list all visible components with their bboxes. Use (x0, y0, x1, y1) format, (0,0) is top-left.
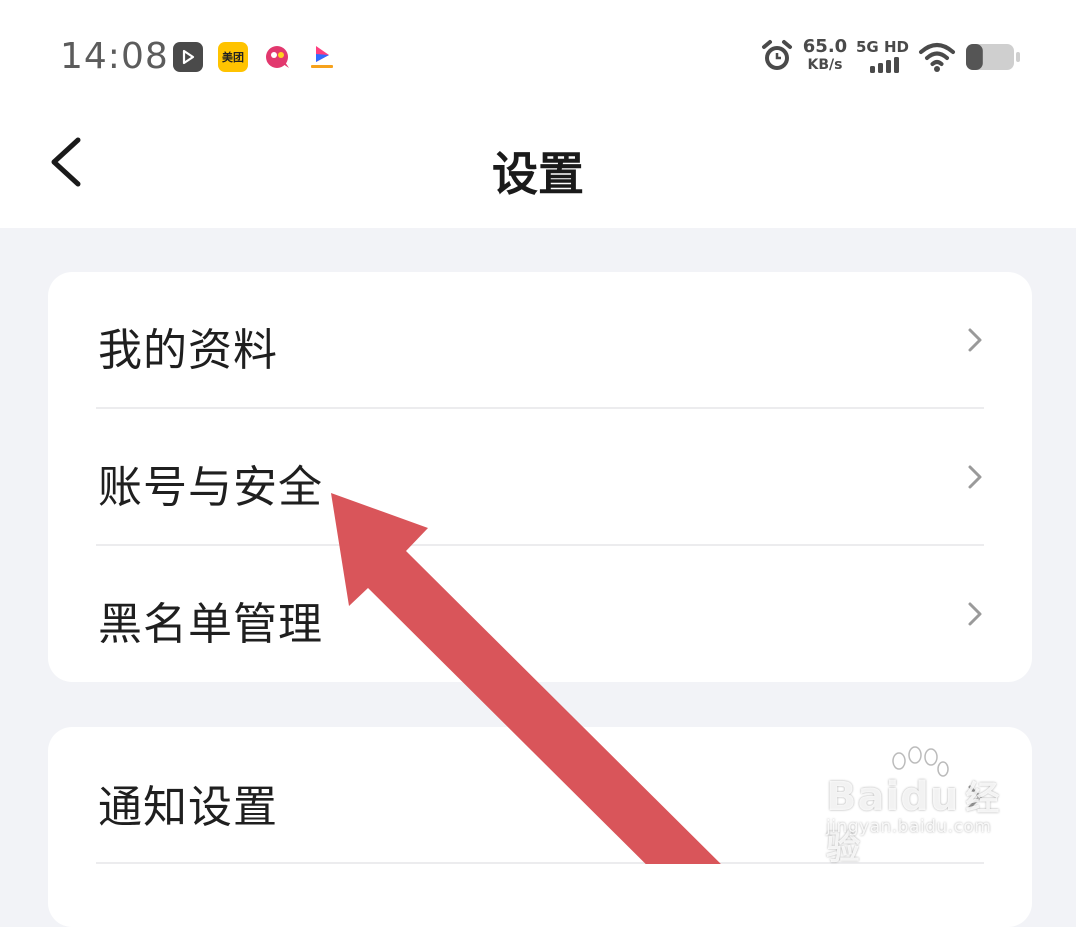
nav-header: 设置 (0, 110, 1076, 228)
alarm-icon (760, 38, 794, 78)
settings-item-label: 账号与安全 (98, 462, 323, 513)
meituan-app-icon: 美团 (218, 42, 248, 72)
cellular-signal: 5G HD (856, 38, 910, 78)
status-time: 14:08 (60, 36, 169, 77)
settings-item-label: 黑名单管理 (98, 599, 323, 650)
video-app-icon (307, 42, 337, 72)
chat-app-icon (263, 42, 293, 72)
settings-item-my-profile[interactable]: 我的资料 (48, 272, 1032, 408)
play-app-icon (173, 42, 203, 72)
settings-item-label: 我的资料 (98, 325, 278, 376)
wifi-icon (918, 38, 956, 78)
signal-bars-icon (870, 57, 899, 73)
net-speed-unit: KB/s (807, 57, 843, 73)
chevron-right-icon (968, 328, 982, 352)
status-bar: 14:08 美团 65.0 KB/s 5G HD (0, 0, 1076, 110)
page-title: 设置 (492, 147, 584, 201)
settings-item-account-security[interactable]: 账号与安全 (48, 409, 1032, 545)
net-speed-value: 65.0 (802, 36, 848, 57)
settings-item-notifications[interactable]: 通知设置 (48, 727, 1032, 863)
chevron-right-icon (968, 465, 982, 489)
meituan-app-label: 美团 (222, 51, 244, 64)
settings-item-blacklist[interactable]: 黑名单管理 (48, 546, 1032, 682)
chevron-right-icon (968, 785, 982, 809)
network-type-label: 5G HD (856, 38, 909, 56)
settings-group-notifications: 通知设置 (48, 727, 1032, 927)
battery-icon (964, 38, 1022, 78)
settings-group-account: 我的资料 账号与安全 黑名单管理 (48, 272, 1032, 682)
chevron-right-icon (968, 602, 982, 626)
settings-item-label: 通知设置 (98, 782, 278, 833)
net-speed: 65.0 KB/s (802, 38, 848, 78)
